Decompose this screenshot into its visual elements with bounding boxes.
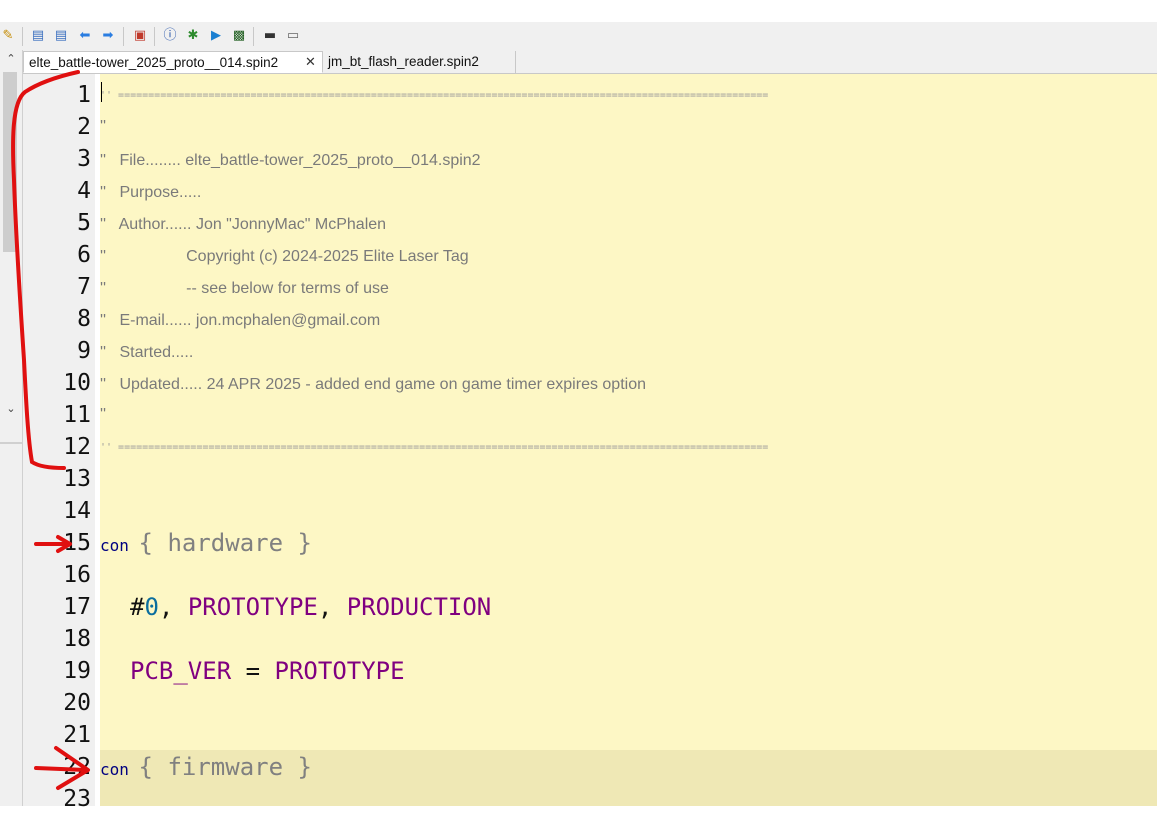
code-line-pcb-ver: PCB_VER = PROTOTYPE — [130, 655, 405, 687]
tab-label: jm_bt_flash_reader.spin2 — [328, 54, 479, 69]
forward-arrow-icon[interactable]: ➡ — [100, 28, 116, 44]
toolbar-separator — [253, 27, 254, 46]
line-number: 22 — [63, 754, 91, 780]
line-number: 20 — [63, 690, 91, 716]
code-line-con-firmware: con { firmware } — [100, 751, 312, 783]
chip-icon[interactable]: ▩ — [231, 28, 247, 44]
constant-prototype: PROTOTYPE — [187, 593, 318, 621]
toolbar-separator — [123, 27, 124, 46]
line-number: 1 — [77, 82, 91, 108]
line-number: 16 — [63, 562, 91, 588]
toolbar: ✎ ▤ ▤ ⬅ ➡ ▣ ⓘ ✱ ▶ ▩ ▬ ▭ — [0, 22, 1157, 51]
compile-icon[interactable]: ▣ — [132, 28, 148, 44]
line-number: 7 — [77, 274, 91, 300]
separator: , — [317, 593, 347, 621]
block-comment: { firmware } — [138, 753, 312, 781]
comment-line: '' — [100, 118, 107, 135]
assign-operator: = — [231, 657, 275, 685]
constant-pcb-ver: PCB_VER — [130, 657, 232, 685]
line-number: 14 — [63, 498, 91, 524]
line-number: 4 — [77, 178, 91, 204]
comment-rule: '' =====================================… — [100, 90, 769, 101]
comment-line: '' Author...... Jon "JonnyMac" McPhalen — [100, 216, 387, 233]
line-number: 2 — [77, 114, 91, 140]
close-icon[interactable]: ✕ — [305, 52, 316, 74]
line-number: 18 — [63, 626, 91, 652]
constant-production: PRODUCTION — [346, 593, 492, 621]
terminal-icon[interactable]: ▬ — [262, 28, 278, 44]
comment-line: '' E-mail...... jon.mcphalen@gmail.com — [100, 312, 381, 329]
chevron-down-icon[interactable]: ⌄ — [3, 402, 19, 416]
comment-line: '' Updated..... 24 APR 2025 - added end … — [100, 376, 646, 393]
tab-bar: elte_battle-tower_2025_proto__014.spin2 … — [23, 50, 1157, 74]
line-number: 21 — [63, 722, 91, 748]
constant-prototype: PROTOTYPE — [274, 657, 405, 685]
separator: , — [158, 593, 188, 621]
tab-label: elte_battle-tower_2025_proto__014.spin2 — [29, 55, 279, 70]
line-number: 10 — [63, 370, 91, 396]
back-arrow-icon[interactable]: ⬅ — [77, 28, 93, 44]
comment-line: '' -- see below for terms of use — [100, 280, 389, 297]
line-number: 3 — [77, 146, 91, 172]
line-number: 9 — [77, 338, 91, 364]
broom-icon[interactable]: ✎ — [0, 28, 16, 44]
line-number: 23 — [63, 786, 91, 812]
line-number: 8 — [77, 306, 91, 332]
new-file-alt-icon[interactable]: ▤ — [53, 28, 69, 44]
tab-flash-reader[interactable]: jm_bt_flash_reader.spin2 — [323, 51, 516, 73]
comment-line: '' File........ elte_battle-tower_2025_p… — [100, 152, 481, 169]
comment-rule: '' =====================================… — [100, 442, 769, 453]
comment-line: '' Started..... — [100, 344, 194, 361]
toolbar-separator — [22, 27, 23, 46]
line-number: 13 — [63, 466, 91, 492]
enum-hash: # — [130, 593, 145, 621]
run-icon[interactable]: ▶ — [208, 28, 224, 44]
info-icon[interactable]: ⓘ — [162, 28, 178, 44]
line-number: 6 — [77, 242, 91, 268]
toolbar-separator — [154, 27, 155, 46]
keyword-con: con — [100, 760, 129, 779]
panel-divider — [0, 442, 22, 444]
comment-line: '' Purpose..... — [100, 184, 202, 201]
keyword-con: con — [100, 536, 129, 555]
line-number: 11 — [63, 402, 91, 428]
chevron-up-icon[interactable]: ⌃ — [3, 52, 19, 66]
block-comment: { hardware } — [138, 529, 312, 557]
text-cursor — [101, 82, 102, 102]
line-number: 5 — [77, 210, 91, 236]
line-number: 17 — [63, 594, 91, 620]
line-number: 19 — [63, 658, 91, 684]
line-number: 15 — [63, 530, 91, 556]
left-panel-scrollbar[interactable]: ⌃ ⌄ — [0, 50, 23, 806]
code-line-con-hardware: con { hardware } — [100, 527, 312, 559]
scrollbar-thumb[interactable] — [3, 72, 17, 252]
tab-elte-battle-tower[interactable]: elte_battle-tower_2025_proto__014.spin2 … — [23, 51, 323, 73]
comment-line: '' — [100, 406, 107, 423]
window-top-strip — [0, 0, 1157, 22]
code-line-enum: #0, PROTOTYPE, PRODUCTION — [130, 591, 491, 623]
number-literal: 0 — [144, 593, 159, 621]
line-number: 12 — [63, 434, 91, 460]
new-file-icon[interactable]: ▤ — [30, 28, 46, 44]
debug-bug-icon[interactable]: ✱ — [185, 28, 201, 44]
console-icon[interactable]: ▭ — [285, 28, 301, 44]
comment-line: '' Copyright (c) 2024-2025 Elite Laser T… — [100, 248, 469, 265]
